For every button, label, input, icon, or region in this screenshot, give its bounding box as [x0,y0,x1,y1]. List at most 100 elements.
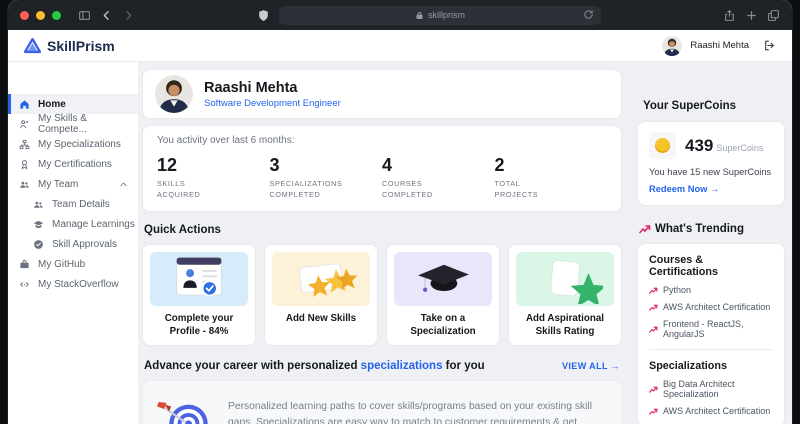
trending-course-item[interactable]: AWS Architect Certification [649,302,773,312]
zoom-window-button[interactable] [52,11,61,20]
sidebar-item-skill-approvals[interactable]: Skill Approvals [8,234,138,254]
stat-courses-completed: 4 COURSESCOMPLETED [382,155,495,200]
quick-action-aspirational-skills[interactable]: Add Aspirational Skills Rating [508,244,622,345]
home-icon [19,99,30,110]
sidebar-item-label: My Team [38,179,78,190]
sidebar-item-label: My StackOverflow [38,279,119,290]
graduation-cap-illustration [394,252,492,306]
courses-certifications-heading: Courses & Certifications [649,254,773,278]
stat-value: 12 [157,155,270,176]
trending-up-icon [649,325,658,334]
advance-heading: Advance your career with personalized sp… [144,360,485,372]
stat-value: 3 [270,155,383,176]
sidebar-item-label: My GitHub [38,259,85,270]
sidebar-item-label: My Skills & Compete... [38,113,138,135]
stat-specializations-completed: 3 SPECIALIZATIONSCOMPLETED [270,155,383,200]
stat-label: COURSES [382,179,422,188]
medal-icon [19,159,30,170]
brand[interactable]: SkillPrism [24,37,115,54]
url-text: skillprism [428,10,465,20]
stat-value: 2 [495,155,608,176]
supercoins-unit: SuperCoins [716,143,763,153]
target-dart-icon [157,395,213,424]
sitemap-icon [19,139,30,150]
view-all-link[interactable]: VIEW ALL → [562,361,620,371]
address-bar[interactable]: skillprism [279,6,601,25]
tab-overview-icon[interactable] [767,9,780,22]
team-icon [33,199,44,210]
traffic-lights [20,11,61,20]
trending-up-icon [649,407,658,416]
profile-role[interactable]: Software Development Engineer [204,98,341,109]
sidebar-item-label: My Specializations [38,139,121,150]
trending-course-item[interactable]: Python [649,285,773,295]
quick-action-label: Complete your Profile - 84% [150,313,248,338]
supercoins-card: 439SuperCoins You have 15 new SuperCoins… [637,121,785,206]
back-icon[interactable] [100,9,113,22]
graduation-cap-icon [33,219,44,230]
briefcase-icon [19,259,30,270]
sidebar-item-github[interactable]: My GitHub [8,254,138,274]
profile-avatar [155,75,193,113]
sidebar-item-my-team[interactable]: My Team [8,174,138,194]
activity-title: You activity over last 6 months: [157,135,607,146]
chevron-up-icon [119,180,128,189]
sidebar-item-label: Manage Learnings [52,219,135,230]
code-brackets-icon [19,279,30,290]
sidebar-item-label: Team Details [52,199,110,210]
user-avatar[interactable] [662,36,682,56]
trending-up-icon [649,286,658,295]
share-icon[interactable] [723,9,736,22]
specializations-heading: Specializations [649,360,773,372]
coin-icon [649,132,676,159]
app-navbar: SkillPrism Raashi Mehta [8,30,792,62]
trending-specialization-item[interactable]: Big Data Architect Specialization [649,379,773,399]
quick-action-add-skills[interactable]: Add New Skills [264,244,378,345]
sidebar-item-stackoverflow[interactable]: My StackOverflow [8,274,138,294]
sidebar-toggle-icon[interactable] [78,9,91,22]
trending-up-icon [639,223,651,235]
supercoins-title: Your SuperCoins [643,100,785,112]
quick-actions-title: Quick Actions [144,224,622,236]
badge-check-icon [33,239,44,250]
specializations-banner: Personalized learning paths to cover ski… [142,380,622,424]
sidebar-item-home[interactable]: Home [8,94,138,114]
sidebar-item-manage-learnings[interactable]: Manage Learnings [8,214,138,234]
trending-card: Courses & Certifications Python AWS Arch… [637,243,785,424]
quick-action-label: Add Aspirational Skills Rating [516,313,614,338]
trending-specialization-item[interactable]: AWS Architect Certification [649,406,773,416]
sidebar-item-specializations[interactable]: My Specializations [8,134,138,154]
sidebar-item-certifications[interactable]: My Certifications [8,154,138,174]
close-window-button[interactable] [20,11,29,20]
sidebar-item-skills[interactable]: My Skills & Compete... [8,114,138,134]
quick-action-specialization[interactable]: Take on a Specialization [386,244,500,345]
right-sidebar: Your SuperCoins 439SuperCoins You have 1… [632,62,792,424]
trending-up-icon [649,385,658,394]
new-tab-icon[interactable] [745,9,758,22]
stat-label: SKILLS [157,179,185,188]
trending-up-icon [649,303,658,312]
redeem-now-link[interactable]: Redeem Now → [649,184,773,194]
sidebar-item-team-details[interactable]: Team Details [8,194,138,214]
divider [649,349,773,350]
forward-icon[interactable] [122,9,135,22]
sidebar-nav: Home My Skills & Compete... My Specializ… [8,62,138,424]
brand-name: SkillPrism [47,38,115,54]
supercoins-message: You have 15 new SuperCoins [649,167,773,177]
profile-name: Raashi Mehta [204,79,341,97]
browser-chrome: skillprism [8,0,792,30]
quick-action-label: Take on a Specialization [394,313,492,338]
stat-value: 4 [382,155,495,176]
logout-icon[interactable] [763,39,776,52]
specializations-link[interactable]: specializations [361,360,443,372]
stars-illustration [272,252,370,306]
person-star-icon [19,119,30,130]
reload-icon[interactable] [583,9,594,20]
quick-action-complete-profile[interactable]: Complete your Profile - 84% [142,244,256,345]
profile-illustration [150,252,248,306]
trending-course-item[interactable]: Frontend - ReactJS, AngularJS [649,319,773,339]
supercoins-count: 439 [685,136,713,155]
shield-icon[interactable] [257,9,270,22]
whats-trending-title: What's Trending [639,223,785,235]
minimize-window-button[interactable] [36,11,45,20]
